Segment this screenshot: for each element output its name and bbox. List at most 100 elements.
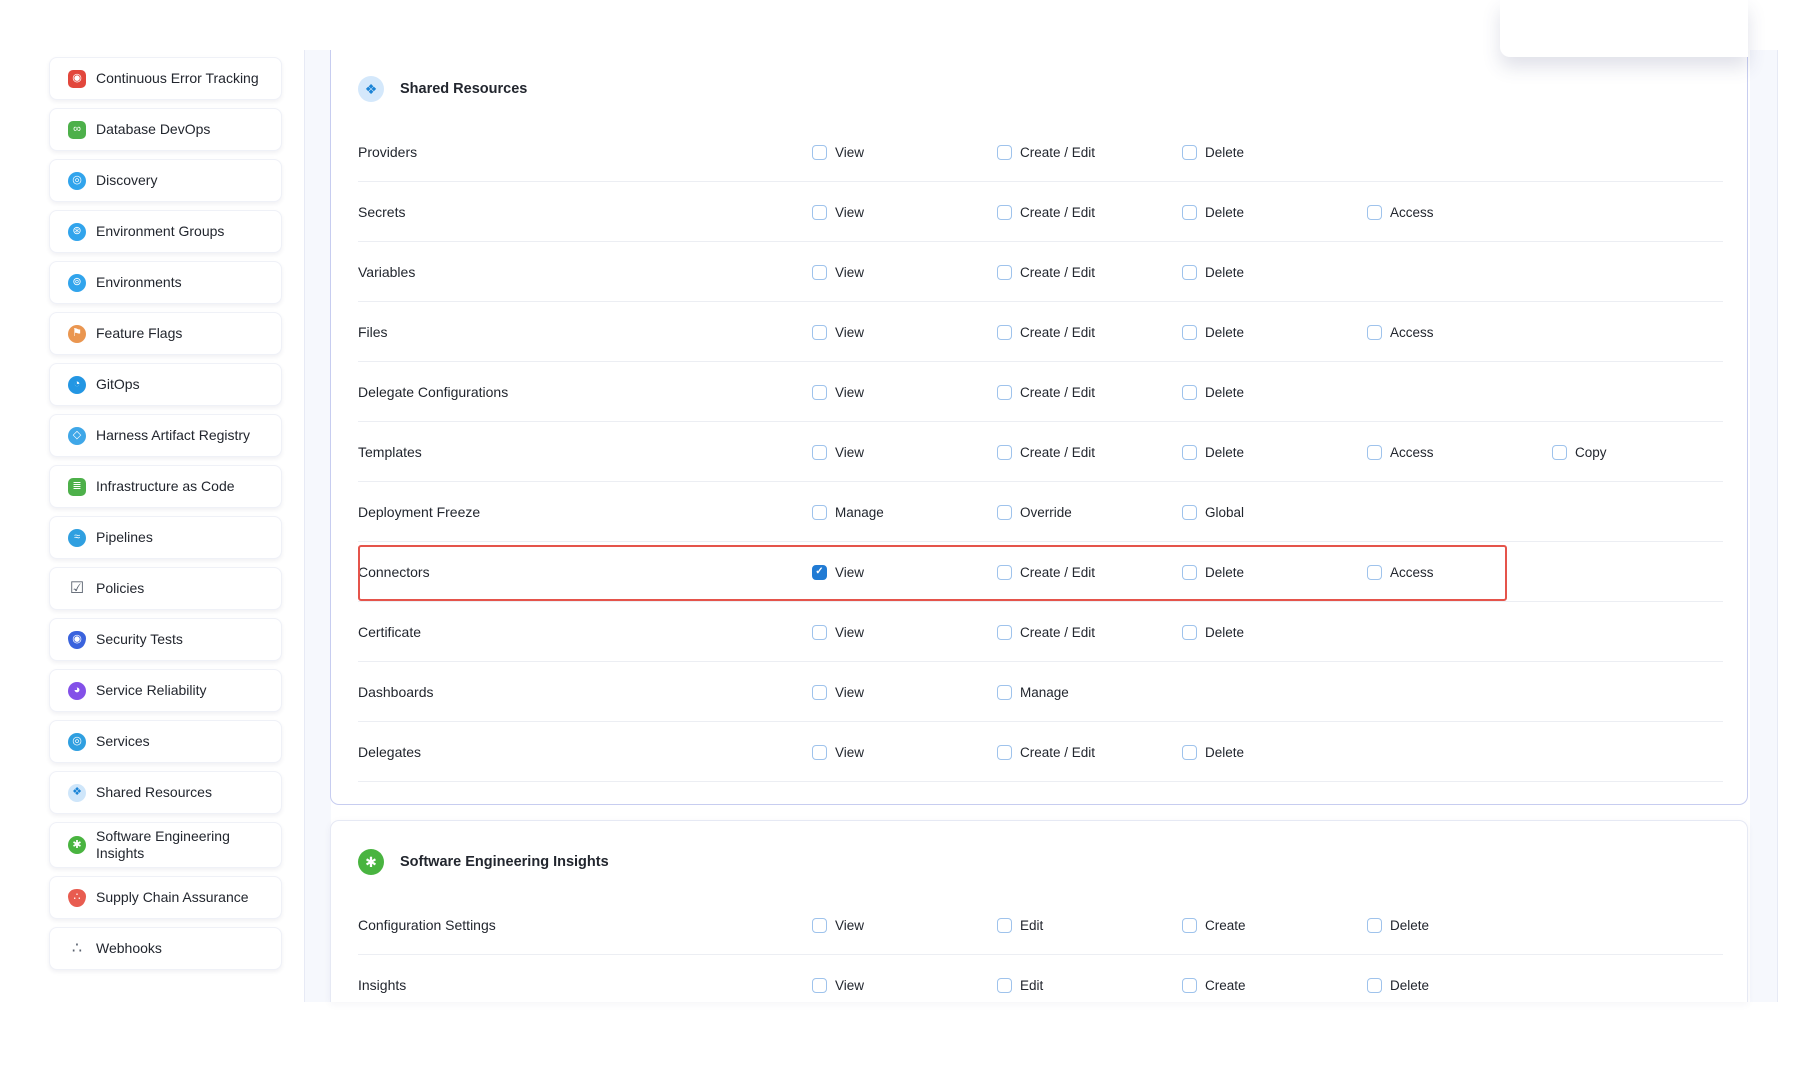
sidebar-item-harness-artifact-registry[interactable]: ◇ Harness Artifact Registry [49, 414, 282, 457]
delegates-view-checkbox[interactable] [812, 745, 827, 760]
permission-option: View [812, 205, 997, 220]
permission-label: Override [1020, 505, 1072, 520]
permission-row-dashboards: Dashboards View Manage [331, 662, 1747, 722]
sidebar-item-services[interactable]: ◎ Services [49, 720, 282, 763]
templates-view-checkbox[interactable] [812, 445, 827, 460]
certificate-create-edit-checkbox[interactable] [997, 625, 1012, 640]
providers-create-edit-checkbox[interactable] [997, 145, 1012, 160]
files-create-edit-checkbox[interactable] [997, 325, 1012, 340]
secrets-view-checkbox[interactable] [812, 205, 827, 220]
dashboards-view-checkbox[interactable] [812, 685, 827, 700]
feature-flags-icon: ⚑ [68, 325, 86, 343]
deployment-freeze-global-checkbox[interactable] [1182, 505, 1197, 520]
permission-label: Edit [1020, 978, 1043, 993]
variables-create-edit-checkbox[interactable] [997, 265, 1012, 280]
permission-label: Delete [1205, 385, 1244, 400]
sidebar-item-feature-flags[interactable]: ⚑ Feature Flags [49, 312, 282, 355]
permission-option: View [812, 145, 997, 160]
sidebar-item-label: Harness Artifact Registry [96, 427, 250, 444]
sidebar-item-webhooks[interactable]: ∴ Webhooks [49, 927, 282, 970]
sidebar-item-software-engineering-insights[interactable]: ✱ Software Engineering Insights [49, 822, 282, 868]
permission-option: View [812, 265, 997, 280]
delegates-delete-checkbox[interactable] [1182, 745, 1197, 760]
sidebar-item-policies[interactable]: ☑ Policies [49, 567, 282, 610]
permission-row-delegates: Delegates View Create / Edit Delete [331, 722, 1747, 782]
templates-access-checkbox[interactable] [1367, 445, 1382, 460]
resource-label: Connectors [358, 564, 812, 580]
templates-delete-checkbox[interactable] [1182, 445, 1197, 460]
connectors-view-checkbox[interactable]: ✓ [812, 565, 827, 580]
sidebar-item-service-reliability[interactable]: ◕ Service Reliability [49, 669, 282, 712]
sidebar-item-database-devops[interactable]: ∞ Database DevOps [49, 108, 282, 151]
secrets-create-edit-checkbox[interactable] [997, 205, 1012, 220]
delegate-configurations-delete-checkbox[interactable] [1182, 385, 1197, 400]
configuration-settings-delete-checkbox[interactable] [1367, 918, 1382, 933]
permission-label: View [835, 565, 864, 580]
sidebar-item-gitops[interactable]: ◔ GitOps [49, 363, 282, 406]
resource-label: Files [358, 324, 812, 340]
content-right-scroll-gutter[interactable] [1750, 50, 1778, 1002]
resource-label: Deployment Freeze [358, 504, 812, 520]
templates-create-edit-checkbox[interactable] [997, 445, 1012, 460]
gitops-icon: ◔ [68, 376, 86, 394]
secrets-delete-checkbox[interactable] [1182, 205, 1197, 220]
sidebar-item-environment-groups[interactable]: ⊛ Environment Groups [49, 210, 282, 253]
delegate-configurations-create-edit-checkbox[interactable] [997, 385, 1012, 400]
sidebar-item-continuous-error-tracking[interactable]: ◉ Continuous Error Tracking [49, 57, 282, 100]
configuration-settings-edit-checkbox[interactable] [997, 918, 1012, 933]
sidebar-item-discovery[interactable]: ◎ Discovery [49, 159, 282, 202]
permission-option: Create [1182, 918, 1367, 933]
permission-row-certificate: Certificate View Create / Edit Delete [331, 602, 1747, 662]
sidebar-item-pipelines[interactable]: ≈ Pipelines [49, 516, 282, 559]
permission-label: View [835, 205, 864, 220]
permission-label: View [835, 625, 864, 640]
configuration-settings-create-checkbox[interactable] [1182, 918, 1197, 933]
permission-row-connectors: Connectors ✓ View Create / Edit Delete A… [331, 542, 1747, 602]
files-delete-checkbox[interactable] [1182, 325, 1197, 340]
connectors-access-checkbox[interactable] [1367, 565, 1382, 580]
sidebar-item-shared-resources[interactable]: ❖ Shared Resources [49, 771, 282, 814]
sidebar-item-supply-chain-assurance[interactable]: ∴ Supply Chain Assurance [49, 876, 282, 919]
delegate-configurations-view-checkbox[interactable] [812, 385, 827, 400]
certificate-delete-checkbox[interactable] [1182, 625, 1197, 640]
permission-option: Access [1367, 565, 1552, 580]
insights-edit-checkbox[interactable] [997, 978, 1012, 993]
files-view-checkbox[interactable] [812, 325, 827, 340]
variables-view-checkbox[interactable] [812, 265, 827, 280]
deployment-freeze-override-checkbox[interactable] [997, 505, 1012, 520]
templates-copy-checkbox[interactable] [1552, 445, 1567, 460]
insights-create-checkbox[interactable] [1182, 978, 1197, 993]
delegates-create-edit-checkbox[interactable] [997, 745, 1012, 760]
content-left-scroll-gutter[interactable] [304, 50, 331, 1002]
sidebar-item-label: Shared Resources [96, 784, 212, 801]
sidebar-item-infrastructure-as-code[interactable]: ≣ Infrastructure as Code [49, 465, 282, 508]
permission-option: Create / Edit [997, 205, 1182, 220]
permission-option: Copy [1552, 445, 1737, 460]
permission-option: View [812, 625, 997, 640]
permission-option: Access [1367, 325, 1552, 340]
sidebar-item-security-tests[interactable]: ◉ Security Tests [49, 618, 282, 661]
insights-view-checkbox[interactable] [812, 978, 827, 993]
permission-option: Create / Edit [997, 565, 1182, 580]
insights-delete-checkbox[interactable] [1367, 978, 1382, 993]
providers-view-checkbox[interactable] [812, 145, 827, 160]
permission-option: Manage [997, 685, 1182, 700]
permission-option: View [812, 978, 997, 993]
permission-option: Delete [1182, 205, 1367, 220]
files-access-checkbox[interactable] [1367, 325, 1382, 340]
permission-option: Delete [1367, 918, 1552, 933]
sidebar-item-environments[interactable]: ⊚ Environments [49, 261, 282, 304]
secrets-access-checkbox[interactable] [1367, 205, 1382, 220]
connectors-create-edit-checkbox[interactable] [997, 565, 1012, 580]
connectors-delete-checkbox[interactable] [1182, 565, 1197, 580]
deployment-freeze-manage-checkbox[interactable] [812, 505, 827, 520]
variables-delete-checkbox[interactable] [1182, 265, 1197, 280]
resource-label: Variables [358, 264, 812, 280]
permission-option: Delete [1182, 385, 1367, 400]
permission-row-secrets: Secrets View Create / Edit Delete Access [331, 182, 1747, 242]
software-engineering-insights-icon: ✱ [68, 836, 86, 854]
providers-delete-checkbox[interactable] [1182, 145, 1197, 160]
certificate-view-checkbox[interactable] [812, 625, 827, 640]
configuration-settings-view-checkbox[interactable] [812, 918, 827, 933]
dashboards-manage-checkbox[interactable] [997, 685, 1012, 700]
